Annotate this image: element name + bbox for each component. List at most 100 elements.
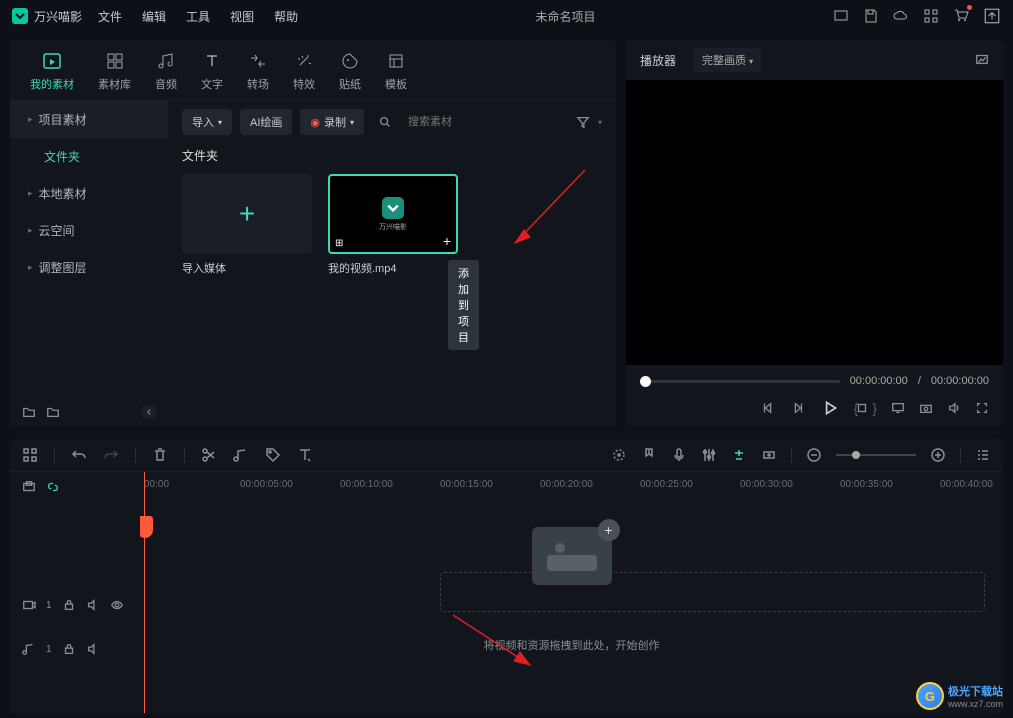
- tab-template[interactable]: 模板: [385, 50, 407, 92]
- undo-icon[interactable]: [71, 447, 87, 463]
- project-title: 未命名项目: [536, 8, 596, 25]
- audio-track-icon: [22, 642, 36, 656]
- import-media-thumb[interactable]: + 导入媒体: [182, 174, 312, 276]
- filter-icon[interactable]: [576, 115, 590, 129]
- mic-icon[interactable]: [671, 447, 687, 463]
- volume-icon[interactable]: [947, 401, 961, 415]
- track-headers: 1 1: [10, 472, 140, 713]
- link-icon[interactable]: [46, 480, 60, 494]
- transition-icon: [247, 50, 269, 72]
- tag-icon[interactable]: [265, 447, 281, 463]
- sidebar-folder[interactable]: 文件夹: [10, 138, 168, 175]
- folder-icon[interactable]: [46, 405, 60, 419]
- monitor-icon[interactable]: [833, 8, 849, 24]
- mixer-icon[interactable]: [701, 447, 717, 463]
- watermark: G 极光下载站 www.xz7.com: [916, 682, 1003, 710]
- search-icon[interactable]: [378, 115, 392, 129]
- logo-icon: [12, 8, 28, 24]
- lock-icon[interactable]: [62, 598, 76, 612]
- magnet-icon[interactable]: [731, 447, 747, 463]
- player-label: 播放器: [640, 52, 676, 69]
- watermark-logo-icon: G: [916, 682, 944, 710]
- prev-frame-icon[interactable]: [761, 401, 775, 415]
- collapse-icon[interactable]: [142, 405, 156, 419]
- ai-paint-button[interactable]: AI绘画: [240, 109, 292, 135]
- zoom-slider[interactable]: [836, 454, 916, 456]
- clip-icon[interactable]: [22, 480, 36, 494]
- lock-icon[interactable]: [62, 642, 76, 656]
- menu-view[interactable]: 视图: [230, 8, 254, 25]
- tab-effects[interactable]: 特效: [293, 50, 315, 92]
- record-button[interactable]: ◉ 录制 ▾: [300, 109, 364, 135]
- menu-tools[interactable]: 工具: [186, 8, 210, 25]
- target-icon[interactable]: [611, 447, 627, 463]
- snapshot-icon[interactable]: [975, 52, 989, 66]
- tab-transition[interactable]: 转场: [247, 50, 269, 92]
- eye-icon[interactable]: [110, 598, 124, 612]
- add-icon[interactable]: +: [443, 233, 451, 249]
- seek-bar[interactable]: [640, 380, 840, 383]
- redo-icon[interactable]: [103, 447, 119, 463]
- import-button[interactable]: 导入 ▾: [182, 109, 232, 135]
- plus-icon: +: [239, 198, 255, 230]
- video-thumb[interactable]: 万兴喵影 ⊞ + 我的视频.mp4 添加到项目: [328, 174, 458, 276]
- app-logo: 万兴喵影: [12, 8, 82, 25]
- tab-material-lib[interactable]: 素材库: [98, 50, 131, 92]
- filmora-logo-icon: [382, 197, 404, 219]
- drop-hint: 将视频和资源拖拽到此处，开始创作: [484, 637, 660, 653]
- sidebar-adjust[interactable]: 调整图层: [10, 249, 168, 286]
- menu-edit[interactable]: 编辑: [142, 8, 166, 25]
- delete-icon[interactable]: [152, 447, 168, 463]
- effects-icon: [293, 50, 315, 72]
- new-folder-icon[interactable]: [22, 405, 36, 419]
- video-track-header[interactable]: 1: [10, 592, 140, 618]
- display-icon[interactable]: [891, 401, 905, 415]
- text-icon: [201, 50, 223, 72]
- step-back-icon[interactable]: [791, 401, 805, 415]
- titlebar: 万兴喵影 文件 编辑 工具 视图 帮助 未命名项目: [0, 0, 1013, 32]
- list-icon[interactable]: [975, 447, 991, 463]
- media-panel: 我的素材 素材库 音频 文字 转场 特效: [10, 40, 616, 427]
- mute-icon[interactable]: [86, 642, 100, 656]
- text-tool-icon[interactable]: [297, 447, 313, 463]
- tab-audio[interactable]: 音频: [155, 50, 177, 92]
- sidebar-cloud[interactable]: 云空间: [10, 212, 168, 249]
- search-input[interactable]: [400, 111, 568, 133]
- apps-icon[interactable]: [923, 8, 939, 24]
- mute-icon[interactable]: [86, 598, 100, 612]
- export-icon[interactable]: [983, 7, 1001, 25]
- fullscreen-icon[interactable]: [975, 401, 989, 415]
- split-icon[interactable]: [201, 447, 217, 463]
- drop-zone[interactable]: [440, 572, 985, 612]
- library-icon: [104, 50, 126, 72]
- marker-icon[interactable]: [641, 447, 657, 463]
- tab-my-material[interactable]: 我的素材: [30, 50, 74, 92]
- timeline-canvas[interactable]: 00:00 00:00:05:00 00:00:10:00 00:00:15:0…: [140, 472, 1003, 713]
- play-icon[interactable]: [821, 399, 839, 417]
- zoom-out-icon[interactable]: [806, 447, 822, 463]
- camera-icon[interactable]: [919, 401, 933, 415]
- time-ruler[interactable]: 00:00 00:00:05:00 00:00:10:00 00:00:15:0…: [140, 472, 1003, 496]
- ripple-icon[interactable]: [761, 447, 777, 463]
- preview-video[interactable]: [626, 80, 1003, 365]
- quality-select[interactable]: 完整画质 ▾: [694, 48, 761, 72]
- audio-detach-icon[interactable]: [233, 447, 249, 463]
- media-content: 导入 ▾ AI绘画 ◉ 录制 ▾ ▾ 文件夹 + 导入媒体: [168, 101, 616, 427]
- sidebar-project-material[interactable]: 项目素材: [10, 101, 168, 138]
- zoom-in-icon[interactable]: [930, 447, 946, 463]
- menu-help[interactable]: 帮助: [274, 8, 298, 25]
- mark-out-icon[interactable]: }: [872, 400, 877, 416]
- grid-icon[interactable]: [22, 447, 38, 463]
- mark-in-icon[interactable]: {: [854, 400, 859, 416]
- playhead[interactable]: [144, 472, 145, 713]
- cart-icon[interactable]: [953, 7, 969, 23]
- audio-track-header[interactable]: 1: [10, 636, 140, 662]
- sidebar-local[interactable]: 本地素材: [10, 175, 168, 212]
- cloud-icon[interactable]: [893, 8, 909, 24]
- timeline-panel: 1 1 00:00 00:00:05:00 00:00:10:00 00:00:…: [10, 439, 1003, 713]
- tab-sticker[interactable]: 贴纸: [339, 50, 361, 92]
- menu-file[interactable]: 文件: [98, 8, 122, 25]
- app-name: 万兴喵影: [34, 8, 82, 25]
- tab-text[interactable]: 文字: [201, 50, 223, 92]
- save-icon[interactable]: [863, 8, 879, 24]
